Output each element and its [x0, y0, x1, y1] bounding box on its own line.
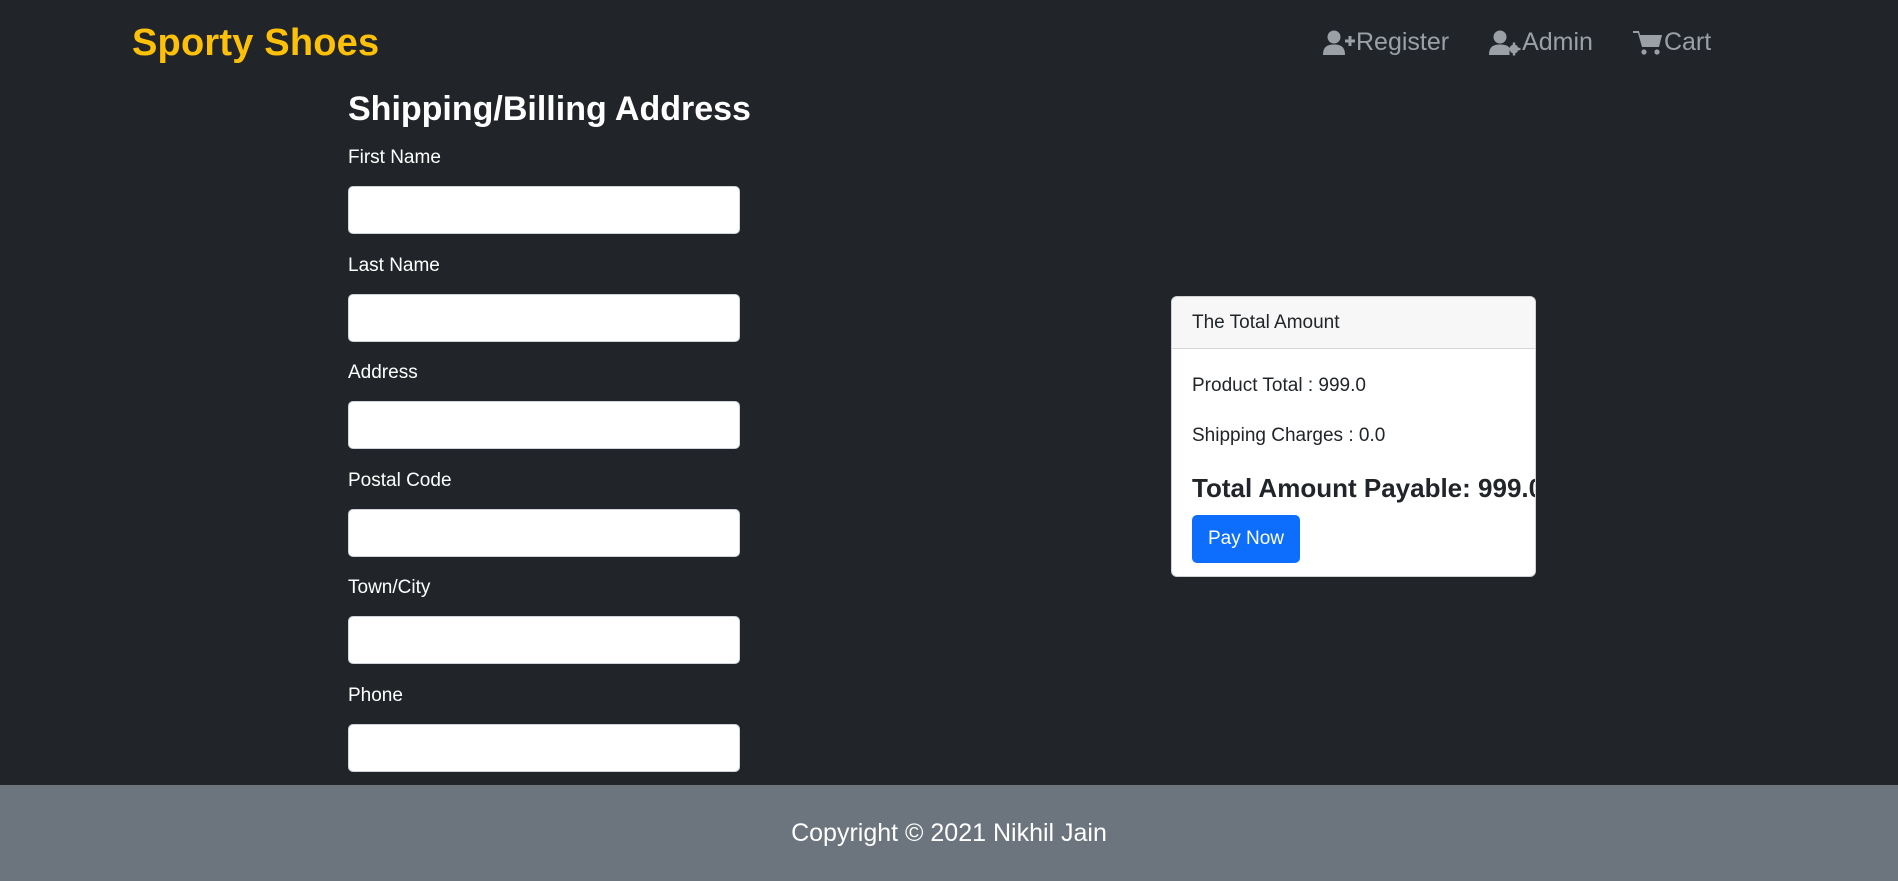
shipping-charges-text: Shipping Charges : 0.0 — [1192, 425, 1386, 446]
nav-admin-label: Admin — [1522, 28, 1593, 56]
user-plus-icon — [1323, 30, 1356, 56]
card-body: Product Total : 999.0 Shipping Charges :… — [1172, 373, 1535, 563]
address-input[interactable] — [348, 401, 740, 449]
form-title: Shipping/Billing Address — [348, 90, 751, 128]
phone-group: Phone — [348, 684, 740, 772]
address-label: Address — [348, 362, 418, 383]
top-nav: Register Admin Cart — [1323, 28, 1711, 57]
cart-icon — [1632, 30, 1664, 56]
nav-cart-link[interactable]: Cart — [1632, 28, 1712, 57]
last-name-label: Last Name — [348, 255, 440, 276]
brand-logo[interactable]: Sporty Shoes — [132, 22, 379, 65]
postal-code-group: Postal Code — [348, 469, 740, 557]
first-name-group: First Name — [348, 146, 740, 234]
product-total-text: Product Total : 999.0 — [1192, 375, 1366, 396]
town-city-input[interactable] — [348, 616, 740, 664]
postal-code-label: Postal Code — [348, 470, 452, 491]
nav-cart-label: Cart — [1663, 28, 1712, 56]
address-group: Address — [348, 361, 740, 449]
town-city-group: Town/City — [348, 576, 740, 664]
nav-admin-link[interactable]: Admin — [1489, 28, 1593, 57]
copyright-text: Copyright © 2021 Nikhil Jain — [791, 818, 1107, 847]
last-name-input[interactable] — [348, 294, 740, 342]
first-name-label: First Name — [348, 147, 441, 168]
nav-register-label: Register — [1356, 28, 1450, 56]
total-payable-text: Total Amount Payable: 999.0 — [1192, 473, 1536, 503]
phone-label: Phone — [348, 685, 403, 706]
nav-register-link[interactable]: Register — [1323, 28, 1449, 57]
user-gear-icon — [1489, 30, 1522, 56]
footer: Copyright © 2021 Nikhil Jain — [0, 785, 1898, 881]
phone-input[interactable] — [348, 724, 740, 772]
total-amount-card: The Total Amount Product Total : 999.0 S… — [1171, 296, 1536, 577]
town-city-label: Town/City — [348, 577, 431, 598]
card-header: The Total Amount — [1172, 297, 1535, 349]
page: Sporty Shoes Register Admin Cart Shippin… — [0, 0, 1898, 881]
first-name-input[interactable] — [348, 186, 740, 234]
postal-code-input[interactable] — [348, 509, 740, 557]
pay-now-button[interactable]: Pay Now — [1192, 515, 1301, 563]
last-name-group: Last Name — [348, 254, 740, 342]
